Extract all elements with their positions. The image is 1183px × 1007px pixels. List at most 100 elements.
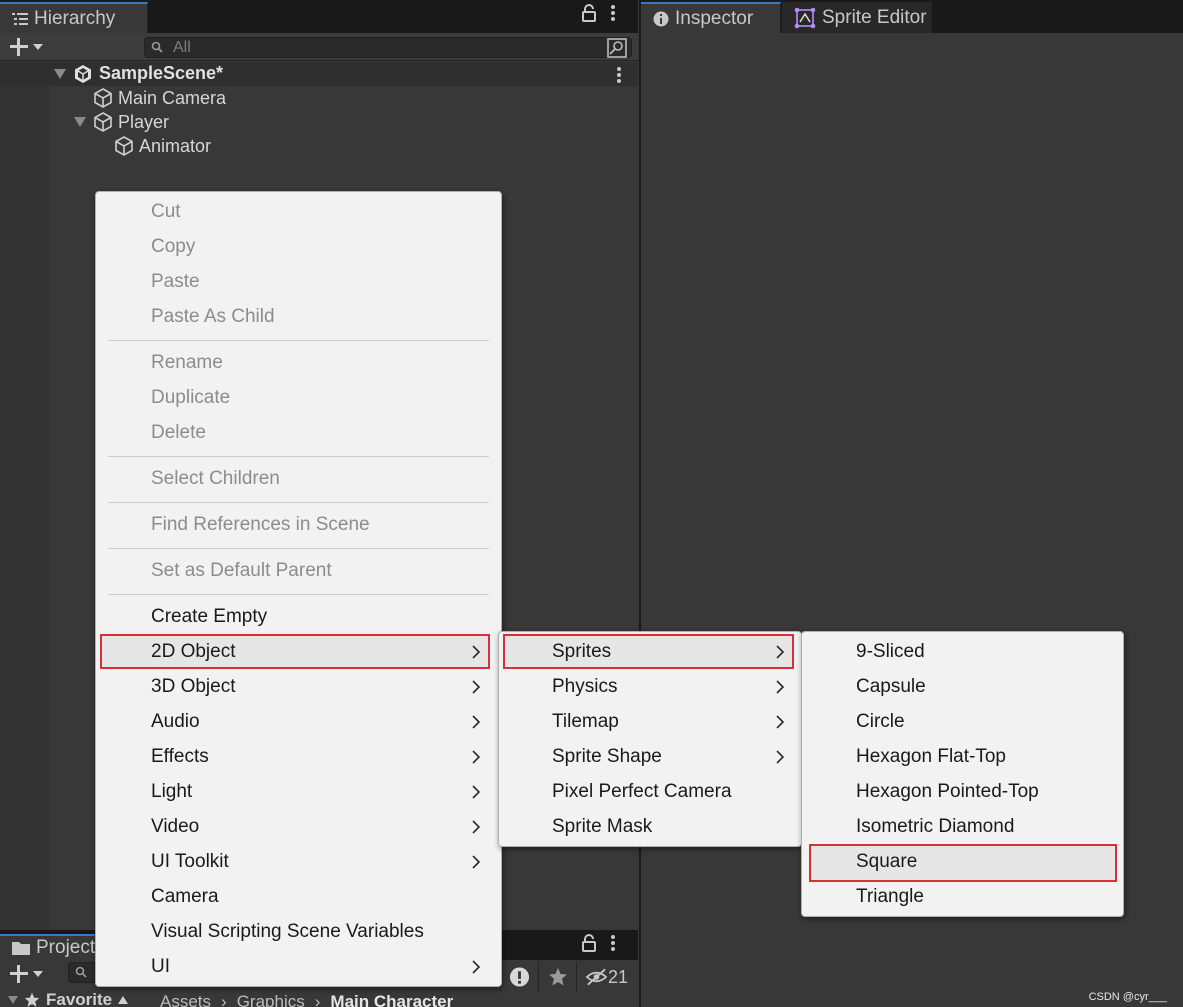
more-options-icon[interactable] <box>610 934 616 952</box>
menu-item-hexagon-flat-top[interactable]: Hexagon Flat-Top <box>802 739 1123 774</box>
list-icon <box>12 12 28 25</box>
menu-item-label: Sprite Shape <box>552 745 662 767</box>
scene-search-icon[interactable] <box>607 37 627 58</box>
breadcrumb-item-current[interactable]: Main Character <box>330 992 453 1007</box>
menu-item-tilemap[interactable]: Tilemap <box>499 704 801 739</box>
menu-item-rename: Rename <box>96 345 501 380</box>
scene-more-icon[interactable] <box>616 66 622 84</box>
lock-icon[interactable] <box>582 4 596 22</box>
menu-item-effects[interactable]: Effects <box>96 739 501 774</box>
menu-item-camera[interactable]: Camera <box>96 879 501 914</box>
menu-item-triangle[interactable]: Triangle <box>802 879 1123 914</box>
create-button[interactable] <box>8 35 52 59</box>
menu-item-ui-toolkit[interactable]: UI Toolkit <box>96 844 501 879</box>
menu-item-label: Camera <box>151 885 219 907</box>
menu-item-label: Cut <box>151 200 181 222</box>
menu-item-circle[interactable]: Circle <box>802 704 1123 739</box>
tree-item-animator[interactable]: Animator <box>113 134 211 158</box>
menu-item-label: Create Empty <box>151 605 268 627</box>
menu-item-label: Effects <box>151 745 209 767</box>
menu-item-label: Audio <box>151 710 200 732</box>
scene-header[interactable]: SampleScene* <box>0 62 638 86</box>
menu-item-label: Visual Scripting Scene Variables <box>151 920 424 942</box>
menu-item-label: Hexagon Flat-Top <box>856 745 1006 767</box>
menu-item-sprite-shape[interactable]: Sprite Shape <box>499 739 801 774</box>
menu-item-label: Select Children <box>151 467 280 489</box>
dropdown-arrow-icon <box>33 971 43 977</box>
tree-item-player[interactable]: Player <box>74 110 169 134</box>
menu-item-label: Tilemap <box>552 710 619 732</box>
scene-name: SampleScene* <box>99 63 224 83</box>
menu-item-3d-object[interactable]: 3D Object <box>96 669 501 704</box>
menu-item-visual-scripting-scene-variables[interactable]: Visual Scripting Scene Variables <box>96 914 501 949</box>
menu-item-9-sliced[interactable]: 9-Sliced <box>802 634 1123 669</box>
menu-item-find-references-in-scene: Find References in Scene <box>96 507 501 542</box>
menu-item-label: Rename <box>151 351 223 373</box>
inspector-tabbar: Inspector Sprite Editor <box>641 0 1183 33</box>
menu-item-cut: Cut <box>96 194 501 229</box>
project-tab-tools <box>582 934 616 952</box>
plus-icon <box>10 38 28 56</box>
menu-item-label: Duplicate <box>151 386 231 408</box>
menu-item-capsule[interactable]: Capsule <box>802 669 1123 704</box>
tab-project[interactable]: Project <box>0 934 110 960</box>
project-create-button[interactable] <box>8 962 52 986</box>
favorite-foldout[interactable]: Favorite <box>8 990 129 1007</box>
menu-item-copy: Copy <box>96 229 501 264</box>
breadcrumb-item[interactable]: Assets <box>160 992 211 1007</box>
foldout-open-icon <box>8 996 18 1004</box>
menu-item-label: Isometric Diamond <box>856 815 1015 837</box>
tab-inspector[interactable]: Inspector <box>641 2 781 33</box>
hidden-packages-toggle[interactable]: 21 <box>576 962 636 992</box>
menu-item-sprite-mask[interactable]: Sprite Mask <box>499 809 801 844</box>
plus-icon <box>10 965 28 983</box>
search-icon <box>151 41 163 53</box>
menu-item-label: 2D Object <box>151 640 236 662</box>
chevron-right-icon <box>472 680 481 694</box>
lock-icon[interactable] <box>582 934 596 952</box>
menu-item-select-children: Select Children <box>96 461 501 496</box>
menu-item-label: Delete <box>151 421 206 443</box>
menu-item-label: Physics <box>552 675 618 697</box>
gameobject-cube-icon <box>94 88 112 108</box>
submenu-sprites: 9-Sliced Capsule Circle Hexagon Flat-Top Hex… <box>801 631 1124 917</box>
menu-item-audio[interactable]: Audio <box>96 704 501 739</box>
chevron-right-icon <box>472 820 481 834</box>
breadcrumb-item[interactable]: Graphics <box>237 992 305 1007</box>
hierarchy-search-input[interactable]: All <box>144 37 632 58</box>
menu-item-2d-object[interactable]: 2D Object <box>96 634 501 669</box>
tab-hierarchy-label: Hierarchy <box>34 7 116 29</box>
tab-hierarchy[interactable]: Hierarchy <box>0 2 148 33</box>
menu-item-video[interactable]: Video <box>96 809 501 844</box>
more-options-icon[interactable] <box>610 4 616 22</box>
console-warning-filter[interactable] <box>500 962 538 992</box>
menu-item-square[interactable]: Square <box>802 844 1123 879</box>
foldout-open-icon[interactable] <box>54 69 66 79</box>
menu-item-create-empty[interactable]: Create Empty <box>96 599 501 634</box>
menu-item-sprites[interactable]: Sprites <box>499 634 801 669</box>
menu-item-label: Paste As Child <box>151 305 275 327</box>
search-placeholder: All <box>173 38 191 56</box>
chevron-right-icon <box>472 855 481 869</box>
menu-item-label: Circle <box>856 710 905 732</box>
menu-item-pixel-perfect-camera[interactable]: Pixel Perfect Camera <box>499 774 801 809</box>
foldout-open-icon[interactable] <box>74 117 86 127</box>
submenu-2d-object: Sprites Physics Tilemap Sprite Shape Pixel P… <box>498 631 802 847</box>
dropdown-arrow-icon <box>33 44 43 50</box>
chevron-right-icon: › <box>221 992 227 1007</box>
menu-item-set-as-default-parent: Set as Default Parent <box>96 553 501 588</box>
favorite-filter[interactable] <box>538 962 576 992</box>
menu-item-isometric-diamond[interactable]: Isometric Diamond <box>802 809 1123 844</box>
menu-item-ui[interactable]: UI <box>96 949 501 984</box>
sprite-editor-icon <box>794 7 816 28</box>
breadcrumb: Assets › Graphics › Main Character <box>160 992 453 1007</box>
menu-item-label: Copy <box>151 235 196 257</box>
menu-item-hexagon-pointed-top[interactable]: Hexagon Pointed-Top <box>802 774 1123 809</box>
menu-item-physics[interactable]: Physics <box>499 669 801 704</box>
chevron-right-icon <box>472 785 481 799</box>
gameobject-cube-icon <box>115 136 133 156</box>
tree-item-label: Animator <box>139 135 212 156</box>
tab-sprite-editor[interactable]: Sprite Editor <box>782 2 932 33</box>
menu-item-light[interactable]: Light <box>96 774 501 809</box>
tree-item-main-camera[interactable]: Main Camera <box>92 86 226 110</box>
